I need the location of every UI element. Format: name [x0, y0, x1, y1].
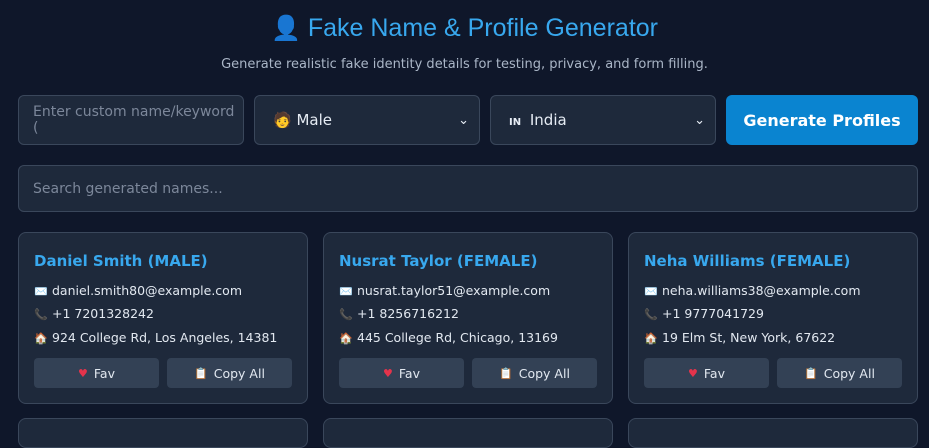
fav-label: Fav — [93, 365, 115, 381]
fav-button[interactable]: ♥ Fav — [34, 358, 159, 388]
phone-text: +1 9777041729 — [662, 306, 764, 321]
copy-label: Copy All — [823, 365, 875, 381]
email-text: daniel.smith80@example.com — [52, 283, 242, 298]
fav-label: Fav — [398, 365, 420, 381]
keyword-placeholder: Enter custom name/keyword ( — [33, 104, 235, 136]
gender-value: Male — [296, 111, 332, 129]
envelope-icon: ✉️ — [34, 285, 48, 298]
profile-phone: 📞 +1 8256716212 — [339, 306, 459, 321]
clipboard-icon: 📋 — [804, 366, 818, 380]
profile-email: ✉️ neha.williams38@example.com — [644, 283, 861, 298]
envelope-icon: ✉️ — [339, 285, 353, 298]
phone-text: +1 7201328242 — [52, 306, 154, 321]
phone-text: +1 8256716212 — [357, 306, 459, 321]
clipboard-icon: 📋 — [194, 366, 208, 380]
search-input[interactable]: Search generated names... — [18, 165, 918, 212]
country-selected: IN India — [509, 111, 567, 129]
profile-phone: 📞 +1 7201328242 — [34, 306, 154, 321]
profile-address: 🏠 445 College Rd, Chicago, 13169 — [339, 330, 558, 345]
copy-all-button[interactable]: 📋 Copy All — [777, 358, 902, 388]
page-subtitle: Generate realistic fake identity details… — [221, 57, 708, 72]
profile-name: Nusrat Taylor (FEMALE) — [339, 252, 538, 270]
profile-address: 🏠 19 Elm St, New York, 67622 — [644, 330, 835, 345]
profile-card-partial — [628, 418, 918, 448]
profile-phone: 📞 +1 9777041729 — [644, 306, 764, 321]
address-text: 445 College Rd, Chicago, 13169 — [357, 330, 558, 345]
flag-icon: IN — [509, 117, 522, 128]
house-icon: 🏠 — [339, 332, 353, 345]
gender-select[interactable]: 🧑 Male ⌄ — [254, 95, 480, 145]
profile-name: Neha Williams (FEMALE) — [644, 252, 851, 270]
phone-icon: 📞 — [339, 308, 353, 321]
copy-label: Copy All — [518, 365, 570, 381]
address-text: 924 College Rd, Los Angeles, 14381 — [52, 330, 278, 345]
gender-selected: 🧑 Male — [273, 111, 332, 129]
address-text: 19 Elm St, New York, 67622 — [662, 330, 836, 345]
title-text: Fake Name & Profile Generator — [307, 14, 658, 42]
chevron-down-icon: ⌄ — [458, 112, 469, 128]
profile-card: Nusrat Taylor (FEMALE) ✉️ nusrat.taylor51… — [323, 232, 613, 404]
profile-name: Daniel Smith (MALE) — [34, 252, 208, 270]
phone-icon: 📞 — [644, 308, 658, 321]
profile-card-partial — [323, 418, 613, 448]
heart-icon: ♥ — [383, 366, 393, 380]
email-text: nusrat.taylor51@example.com — [357, 283, 551, 298]
house-icon: 🏠 — [644, 332, 658, 345]
keyword-input[interactable]: Enter custom name/keyword ( — [18, 95, 244, 145]
copy-all-button[interactable]: 📋 Copy All — [167, 358, 292, 388]
copy-label: Copy All — [213, 365, 265, 381]
envelope-icon: ✉️ — [644, 285, 658, 298]
profile-card: Daniel Smith (MALE) ✉️ daniel.smith80@exa… — [18, 232, 308, 404]
country-select[interactable]: IN India ⌄ — [490, 95, 716, 145]
profile-address: 🏠 924 College Rd, Los Angeles, 14381 — [34, 330, 277, 345]
country-value: India — [529, 111, 567, 129]
page-title: 👤 Fake Name & Profile Generator — [0, 14, 929, 43]
profile-email: ✉️ daniel.smith80@example.com — [34, 283, 242, 298]
copy-all-button[interactable]: 📋 Copy All — [472, 358, 597, 388]
fav-label: Fav — [703, 365, 725, 381]
generate-profiles-button[interactable]: Generate Profiles — [726, 95, 918, 145]
heart-icon: ♥ — [688, 366, 698, 380]
chevron-down-icon: ⌄ — [694, 112, 705, 128]
house-icon: 🏠 — [34, 332, 48, 345]
person-icon: 🧑 — [273, 111, 292, 129]
search-placeholder: Search generated names... — [33, 180, 223, 197]
fav-button[interactable]: ♥ Fav — [339, 358, 464, 388]
fav-button[interactable]: ♥ Fav — [644, 358, 769, 388]
profile-email: ✉️ nusrat.taylor51@example.com — [339, 283, 550, 298]
email-text: neha.williams38@example.com — [662, 283, 861, 298]
heart-icon: ♥ — [78, 366, 88, 380]
clipboard-icon: 📋 — [499, 366, 513, 380]
phone-icon: 📞 — [34, 308, 48, 321]
profile-card-partial — [18, 418, 308, 448]
user-icon: 👤 — [271, 15, 301, 42]
profile-card: Neha Williams (FEMALE) ✉️ neha.williams38… — [628, 232, 918, 404]
